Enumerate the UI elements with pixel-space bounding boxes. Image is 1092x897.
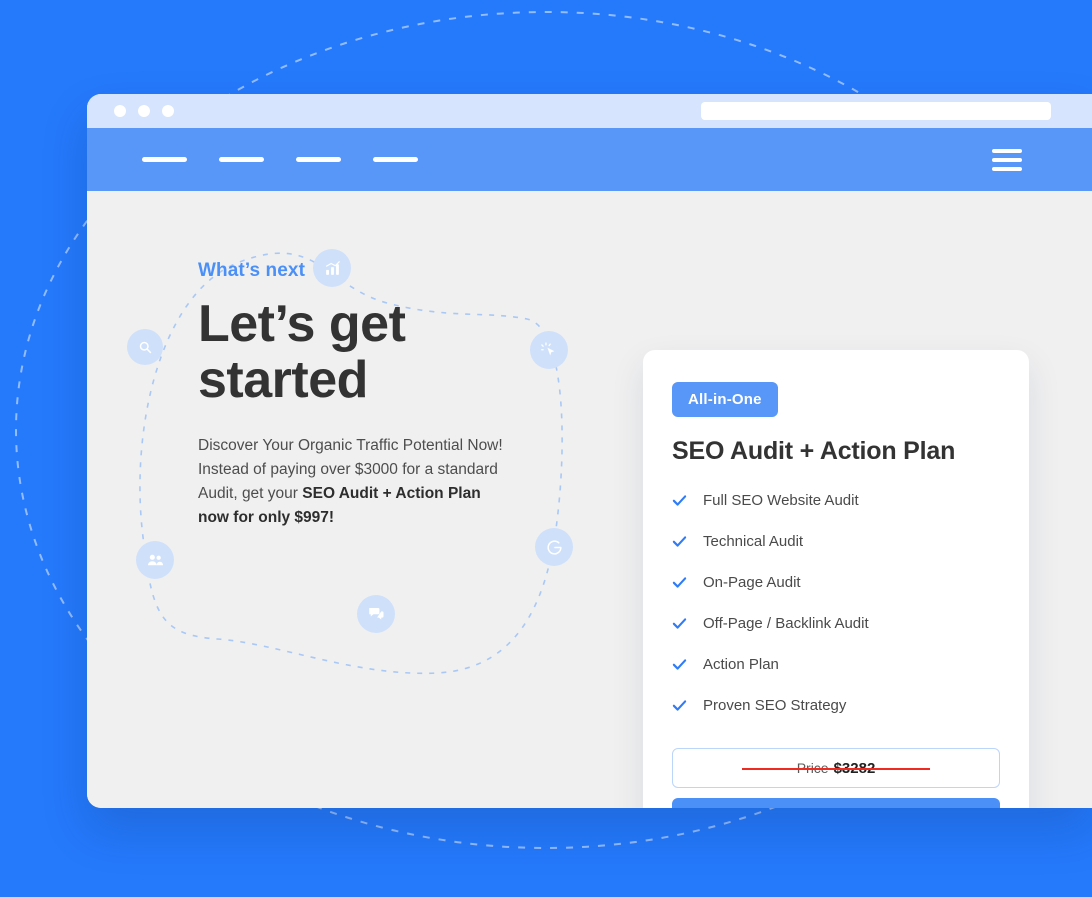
check-icon xyxy=(672,700,687,711)
list-item: Technical Audit xyxy=(672,521,1000,562)
hero-block: What’s next Let’s get started Discover Y… xyxy=(198,260,528,530)
site-navbar xyxy=(87,128,1092,191)
nav-link-3[interactable] xyxy=(296,157,341,162)
feature-label: On-Page Audit xyxy=(703,574,801,591)
nav-links xyxy=(142,157,418,162)
google-g-icon xyxy=(535,528,573,566)
list-item: Off-Page / Backlink Audit xyxy=(672,603,1000,644)
feature-label: Full SEO Website Audit xyxy=(703,492,859,509)
list-item: Proven SEO Strategy xyxy=(672,685,1000,726)
check-icon xyxy=(672,577,687,588)
check-icon xyxy=(672,536,687,547)
nav-link-4[interactable] xyxy=(373,157,418,162)
nav-link-1[interactable] xyxy=(142,157,187,162)
original-price-row: Price $3282 xyxy=(672,748,1000,788)
people-group-icon xyxy=(136,541,174,579)
status-badge: All-in-One xyxy=(672,382,778,417)
card-title: SEO Audit + Action Plan xyxy=(672,437,956,465)
window-controls xyxy=(114,105,174,117)
maximize-dot[interactable] xyxy=(162,105,174,117)
chat-bubble-icon xyxy=(357,595,395,633)
nav-link-2[interactable] xyxy=(219,157,264,162)
feature-label: Technical Audit xyxy=(703,533,804,550)
cursor-click-icon xyxy=(530,331,568,369)
browser-titlebar xyxy=(87,94,1092,128)
feature-list: Full SEO Website Audit Technical Audit O… xyxy=(672,480,1000,726)
page-content: What’s next Let’s get started Discover Y… xyxy=(87,191,1092,808)
buy-now-button[interactable]: Get it now for only $997 xyxy=(672,798,1000,808)
list-item: On-Page Audit xyxy=(672,562,1000,603)
feature-label: Action Plan xyxy=(703,656,779,673)
headline-line-2: started xyxy=(198,351,368,409)
feature-label: Proven SEO Strategy xyxy=(703,697,847,714)
browser-window: What’s next Let’s get started Discover Y… xyxy=(87,94,1092,808)
list-item: Full SEO Website Audit xyxy=(672,480,1000,521)
hero-eyebrow: What’s next xyxy=(198,260,306,281)
headline-line-1: Let’s get xyxy=(198,295,406,353)
hero-description: Discover Your Organic Traffic Potential … xyxy=(198,434,503,530)
minimize-dot[interactable] xyxy=(138,105,150,117)
check-icon xyxy=(672,618,687,629)
list-item: Action Plan xyxy=(672,644,1000,685)
check-icon xyxy=(672,659,687,670)
page-canvas: What’s next Let’s get started Discover Y… xyxy=(0,0,1092,897)
feature-label: Off-Page / Backlink Audit xyxy=(703,615,869,632)
pricing-card: All-in-One SEO Audit + Action Plan Full … xyxy=(643,350,1029,808)
page-title: Let’s get started xyxy=(198,296,528,408)
hamburger-menu-icon[interactable] xyxy=(992,148,1022,171)
check-icon xyxy=(672,495,687,506)
strikethrough-line xyxy=(742,768,930,770)
url-input[interactable] xyxy=(701,102,1051,120)
close-dot[interactable] xyxy=(114,105,126,117)
search-magnifier-icon xyxy=(127,329,163,365)
